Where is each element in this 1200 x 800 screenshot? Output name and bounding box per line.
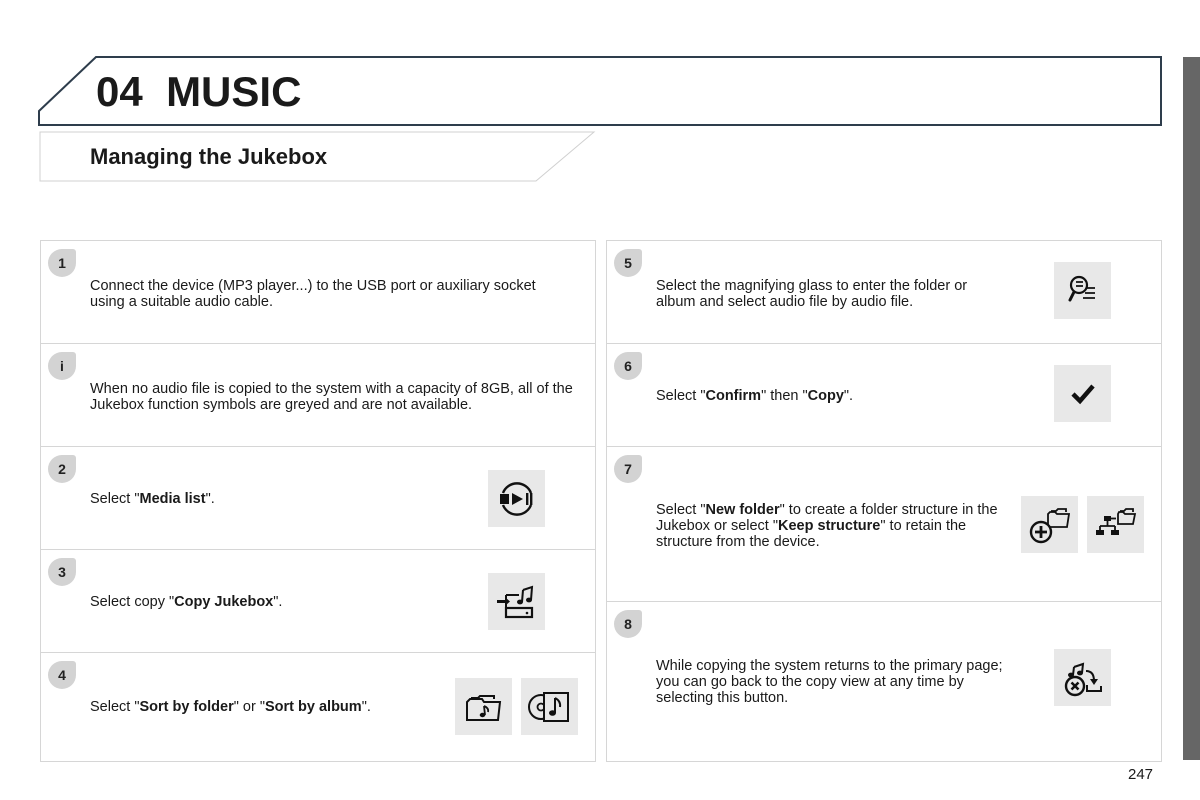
step-text: Select "Confirm" then "Copy".: [656, 388, 853, 404]
media-list-button[interactable]: [488, 470, 545, 527]
text-segment: Select ": [656, 502, 706, 518]
text-bold: Sort by folder: [139, 699, 234, 715]
step-badge: 8: [614, 610, 642, 638]
step-4: 4 Select "Sort by folder" or "Sort by al…: [41, 653, 595, 760]
text-segment: Select the magnifying glass to enter the…: [656, 278, 968, 310]
text-segment: Select ": [90, 491, 140, 507]
step-text: Connect the device (MP3 player...) to th…: [90, 278, 560, 310]
sort-by-album-icon: [527, 691, 569, 722]
new-folder-icon: [1029, 507, 1070, 543]
chapter-name: MUSIC: [166, 68, 302, 115]
keep-structure-icon: [1095, 507, 1136, 535]
step-text: While copying the system returns to the …: [656, 658, 1006, 706]
step-text: Select copy "Copy Jukebox".: [90, 594, 282, 610]
text-segment: Select copy ": [90, 594, 175, 610]
step-badge: 1: [48, 249, 76, 277]
text-segment: Select ": [90, 699, 140, 715]
step-6: 6 Select "Confirm" then "Copy".: [607, 344, 1161, 447]
sort-by-album-button[interactable]: [521, 678, 578, 735]
text-bold: Confirm: [705, 388, 762, 404]
text-segment: Select ": [656, 388, 706, 404]
step-badge: 3: [48, 558, 76, 586]
step-text: When no audio file is copied to the syst…: [90, 381, 590, 413]
page-number: 247: [1128, 766, 1154, 783]
media-list-icon: [499, 481, 532, 516]
side-tab: [1183, 57, 1200, 760]
step-badge: 5: [614, 249, 642, 277]
steps-column-right: 5 Select the magnifying glass to enter t…: [606, 240, 1162, 762]
step-badge: 4: [48, 661, 76, 689]
text-segment: While copying the system returns to the …: [656, 658, 1003, 706]
text-bold: Copy Jukebox: [174, 594, 274, 610]
copy-jukebox-button[interactable]: [488, 573, 545, 630]
step-1: 1 Connect the device (MP3 player...) to …: [41, 241, 595, 344]
step-3: 3 Select copy "Copy Jukebox".: [41, 550, 595, 653]
text-bold: Sort by album: [265, 699, 362, 715]
step-7: 7 Select "New folder" to create a folder…: [607, 447, 1161, 602]
step-2: 2 Select "Media list".: [41, 447, 595, 550]
keep-structure-button[interactable]: [1087, 496, 1144, 553]
confirm-button[interactable]: [1054, 365, 1111, 422]
step-text: Select "Media list".: [90, 491, 215, 507]
confirm-check-icon: [1070, 384, 1095, 404]
steps-column-left: 1 Connect the device (MP3 player...) to …: [40, 240, 596, 762]
step-badge: 7: [614, 455, 642, 483]
copy-view-icon: [1064, 662, 1102, 696]
step-text: Select the magnifying glass to enter the…: [656, 278, 996, 310]
sort-by-folder-button[interactable]: [455, 678, 512, 735]
copy-view-button[interactable]: [1054, 649, 1111, 706]
text-segment: ".: [273, 594, 283, 610]
step-text: Select "Sort by folder" or "Sort by albu…: [90, 699, 371, 715]
magnifying-glass-button[interactable]: [1054, 262, 1111, 319]
step-5: 5 Select the magnifying glass to enter t…: [607, 241, 1161, 344]
text-segment: " or ": [233, 699, 265, 715]
info-badge: i: [48, 352, 76, 380]
text-segment: " then ": [761, 388, 808, 404]
text-bold: Copy: [807, 388, 844, 404]
magnifying-glass-list-icon: [1068, 275, 1095, 301]
step-text: Select "New folder" to create a folder s…: [656, 502, 1001, 550]
step-badge: 6: [614, 352, 642, 380]
text-segment: Connect the device (MP3 player...) to th…: [90, 278, 536, 310]
step-8: 8 While copying the system returns to th…: [607, 602, 1161, 760]
new-folder-button[interactable]: [1021, 496, 1078, 553]
info-note: i When no audio file is copied to the sy…: [41, 344, 595, 447]
text-segment: ".: [205, 491, 215, 507]
step-badge: 2: [48, 455, 76, 483]
section-title: Managing the Jukebox: [90, 144, 328, 169]
text-segment: When no audio file is copied to the syst…: [90, 381, 573, 413]
text-bold: New folder: [705, 502, 780, 518]
text-bold: Media list: [139, 491, 206, 507]
copy-jukebox-icon: [496, 585, 533, 618]
text-segment: ".: [843, 388, 854, 404]
text-bold: Keep structure: [778, 518, 881, 534]
sort-by-folder-icon: [465, 694, 501, 721]
chapter-number: 04: [96, 68, 143, 115]
text-segment: ".: [361, 699, 371, 715]
chapter-title: 04 MUSIC: [96, 68, 301, 116]
